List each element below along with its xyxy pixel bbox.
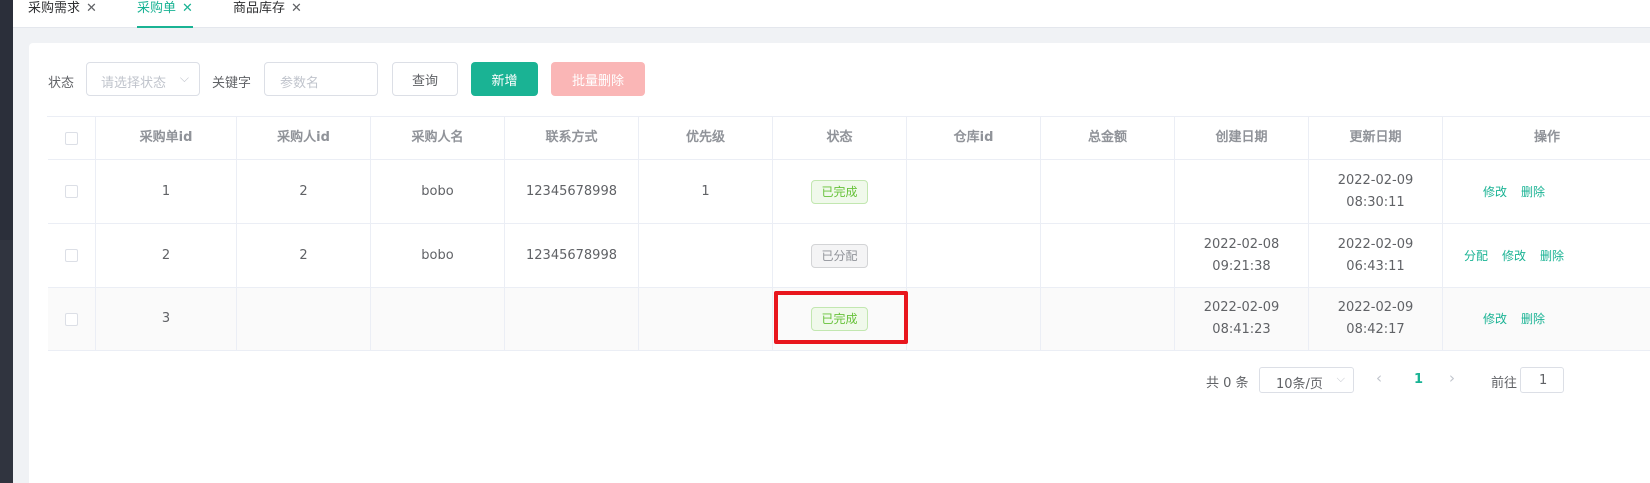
row-checkbox[interactable] (65, 185, 78, 198)
status-placeholder: 请选择状态 (101, 76, 167, 91)
tab-purchase-order[interactable]: 采购单 ✕ (137, 0, 193, 28)
edit-button[interactable]: 修改 (1502, 245, 1526, 267)
status-label: 状态 (48, 76, 75, 91)
tab-label: 采购单 (137, 1, 177, 16)
highlight-box (774, 291, 908, 344)
cell-contact: 12345678998 (505, 160, 639, 223)
header-cell: 操作 (1533, 130, 1560, 145)
status-select[interactable]: 请选择状态 ⌵ (86, 62, 200, 96)
edit-button[interactable]: 修改 (1483, 308, 1507, 330)
cell-ops: 修改 删除 (1443, 160, 1650, 223)
cell-priority (639, 224, 773, 287)
tab-bar: 采购需求 ✕ 采购单 ✕ 商品库存 ✕ (13, 0, 1650, 28)
cell-buyer-id: 2 (237, 224, 371, 287)
header-cell: 采购人id (237, 117, 371, 159)
current-page[interactable]: 1 (1414, 372, 1423, 387)
cell-total (1041, 288, 1175, 350)
delete-button[interactable]: 删除 (1521, 181, 1545, 203)
cell-id: 2 (96, 224, 237, 287)
tab-inventory[interactable]: 商品库存 ✕ (233, 0, 302, 28)
query-button[interactable]: 查询 (392, 62, 458, 96)
keyword-input[interactable]: 参数名 (264, 62, 378, 96)
cell-buyer-name (371, 288, 505, 350)
header-cell: 采购单id (96, 117, 237, 159)
edit-button[interactable]: 修改 (1483, 181, 1507, 203)
page-size-select[interactable]: 10条/页 ⌵ (1259, 367, 1354, 393)
goto-page-input[interactable]: 1 (1520, 367, 1564, 393)
table-row: 1 2 bobo 12345678998 1 已完成 2022-02-09 08… (48, 160, 1650, 224)
header-cell: 更新日期 (1309, 117, 1443, 159)
tab-label: 采购需求 (28, 1, 81, 16)
pagination-total: 共 0 条 (1206, 376, 1249, 391)
header-cell: 采购人名 (371, 117, 505, 159)
cell-created: 2022-02-08 09:21:38 (1175, 224, 1309, 287)
close-icon[interactable]: ✕ (86, 0, 97, 18)
cell-ops: 分配 修改 删除 (1443, 224, 1650, 287)
cell-buyer-id (237, 288, 371, 350)
cell-total (1041, 224, 1175, 287)
page-size-value: 10条/页 (1276, 377, 1323, 392)
header-cell: 联系方式 (505, 117, 639, 159)
status-badge: 已完成 (811, 179, 868, 204)
keyword-label: 关键字 (212, 76, 252, 91)
status-badge: 已分配 (811, 243, 868, 268)
cell-created (1175, 160, 1309, 223)
cell-updated: 2022-02-09 06:43:11 (1309, 224, 1443, 287)
cell-updated: 2022-02-09 08:30:11 (1309, 160, 1443, 223)
header-cell: 总金额 (1041, 117, 1175, 159)
cell-ops: 修改 删除 (1443, 288, 1650, 350)
cell-warehouse-id (907, 160, 1041, 223)
cell-buyer-id: 2 (237, 160, 371, 223)
tab-label: 商品库存 (233, 1, 286, 16)
add-button[interactable]: 新增 (471, 62, 538, 96)
keyword-placeholder: 参数名 (280, 76, 320, 91)
cell-priority: 1 (639, 160, 773, 223)
batch-delete-button[interactable]: 批量删除 (551, 62, 645, 96)
cell-status: 已完成 (773, 160, 907, 223)
cell-contact (505, 288, 639, 350)
chevron-right-icon[interactable]: › (1449, 369, 1455, 387)
cell-total (1041, 160, 1175, 223)
delete-button[interactable]: 删除 (1540, 245, 1564, 267)
cell-warehouse-id (907, 224, 1041, 287)
cell-priority (639, 288, 773, 350)
header-cell: 仓库id (907, 117, 1041, 159)
header-checkbox-cell (48, 117, 96, 159)
delete-button[interactable]: 删除 (1521, 308, 1545, 330)
goto-page-value: 1 (1539, 373, 1548, 388)
table-row: 2 2 bobo 12345678998 已分配 2022-02-08 09:2… (48, 224, 1650, 288)
chevron-down-icon: ⌵ (1336, 372, 1345, 385)
cell-warehouse-id (907, 288, 1041, 350)
header-cell: 优先级 (639, 117, 773, 159)
chevron-left-icon[interactable]: ‹ (1376, 369, 1382, 387)
cell-status: 已分配 (773, 224, 907, 287)
purchase-order-table: 采购单id 采购人id 采购人名 联系方式 优先级 状态 仓库id 总金额 创建… (47, 116, 1650, 351)
table-header: 采购单id 采购人id 采购人名 联系方式 优先级 状态 仓库id 总金额 创建… (48, 117, 1650, 160)
cell-updated: 2022-02-09 08:42:17 (1309, 288, 1443, 350)
cell-id: 1 (96, 160, 237, 223)
cell-contact: 12345678998 (505, 224, 639, 287)
cell-created: 2022-02-09 08:41:23 (1175, 288, 1309, 350)
tab-purchase-demand[interactable]: 采购需求 ✕ (28, 0, 97, 28)
close-icon[interactable]: ✕ (291, 0, 302, 18)
row-checkbox-cell (48, 288, 96, 350)
close-icon[interactable]: ✕ (182, 0, 193, 18)
goto-label: 前往 (1491, 376, 1518, 391)
row-checkbox-cell (48, 224, 96, 287)
cell-buyer-name: bobo (371, 160, 505, 223)
row-checkbox-cell (48, 160, 96, 223)
row-checkbox[interactable] (65, 249, 78, 262)
sidebar-edge-lower (0, 240, 13, 483)
cell-id: 3 (96, 288, 237, 350)
row-checkbox[interactable] (65, 312, 78, 326)
sidebar-edge (0, 0, 13, 483)
assign-button[interactable]: 分配 (1464, 245, 1488, 267)
chevron-down-icon: ⌵ (179, 71, 189, 85)
cell-buyer-name: bobo (371, 224, 505, 287)
header-cell: 状态 (773, 117, 907, 159)
select-all-checkbox[interactable] (65, 131, 78, 145)
header-cell: 创建日期 (1175, 117, 1309, 159)
